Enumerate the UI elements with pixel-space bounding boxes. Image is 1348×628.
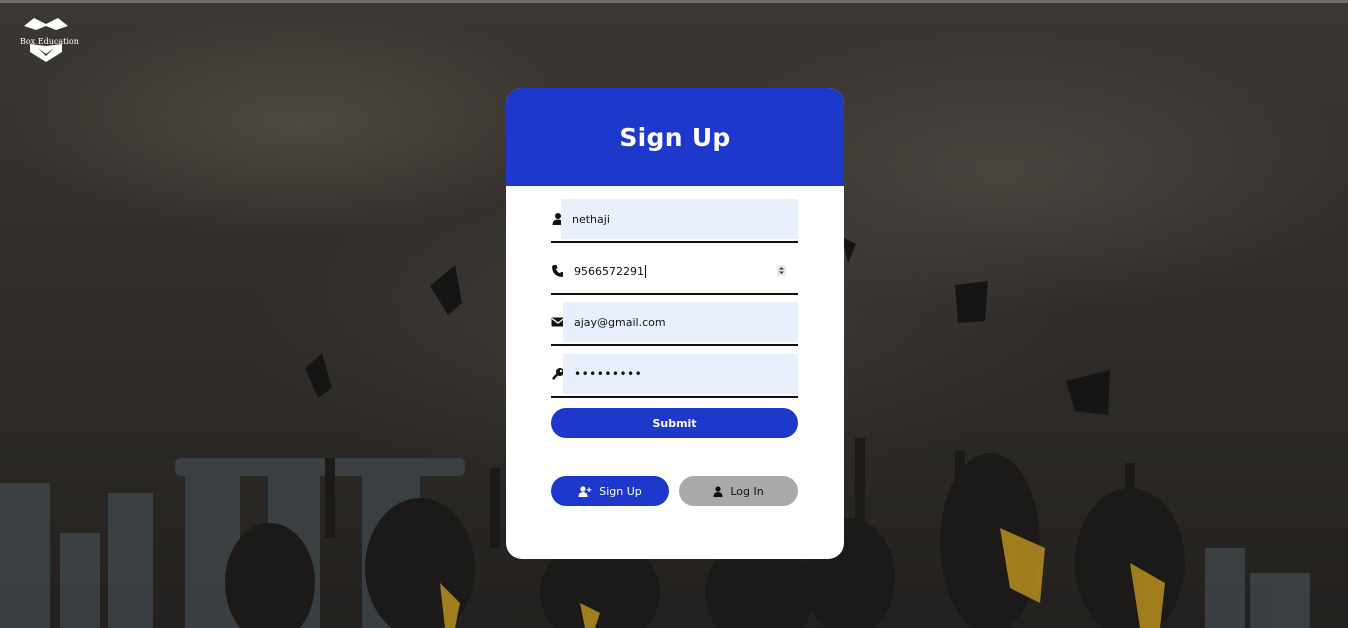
email-field-row: ajay@gmail.com [551, 302, 798, 346]
signup-button[interactable]: Sign Up [551, 476, 669, 506]
email-input[interactable]: ajay@gmail.com [563, 302, 798, 342]
page-title: Sign Up [619, 122, 731, 152]
username-value: nethaji [572, 212, 610, 226]
submit-button-label: Submit [652, 416, 697, 430]
signup-button-label: Sign Up [599, 484, 642, 498]
email-value: ajay@gmail.com [574, 315, 666, 329]
card-header: Sign Up [506, 88, 844, 186]
password-value: ••••••••• [574, 367, 643, 381]
login-button-label: Log In [730, 484, 764, 498]
phone-field-row: 9566572291 [551, 251, 798, 295]
password-field-row: ••••••••• [551, 354, 798, 398]
brand-logo[interactable]: Box Education [20, 16, 79, 64]
password-input[interactable]: ••••••••• [563, 354, 798, 394]
phone-value: 9566572291 [574, 264, 644, 278]
username-input[interactable]: nethaji [561, 199, 798, 239]
submit-button[interactable]: Submit [551, 408, 798, 438]
signup-card: Sign Up nethaji 9566572291 ajay@gmail.co… [506, 88, 844, 559]
brand-logo-text: Box Education [20, 37, 79, 46]
phone-input[interactable]: 9566572291 [563, 251, 798, 291]
number-spinner-icon[interactable] [777, 265, 786, 276]
text-caret [645, 264, 646, 278]
username-field-row: nethaji [551, 199, 798, 243]
user-plus-icon [578, 485, 592, 497]
login-button[interactable]: Log In [679, 476, 798, 506]
user-icon [713, 485, 723, 497]
